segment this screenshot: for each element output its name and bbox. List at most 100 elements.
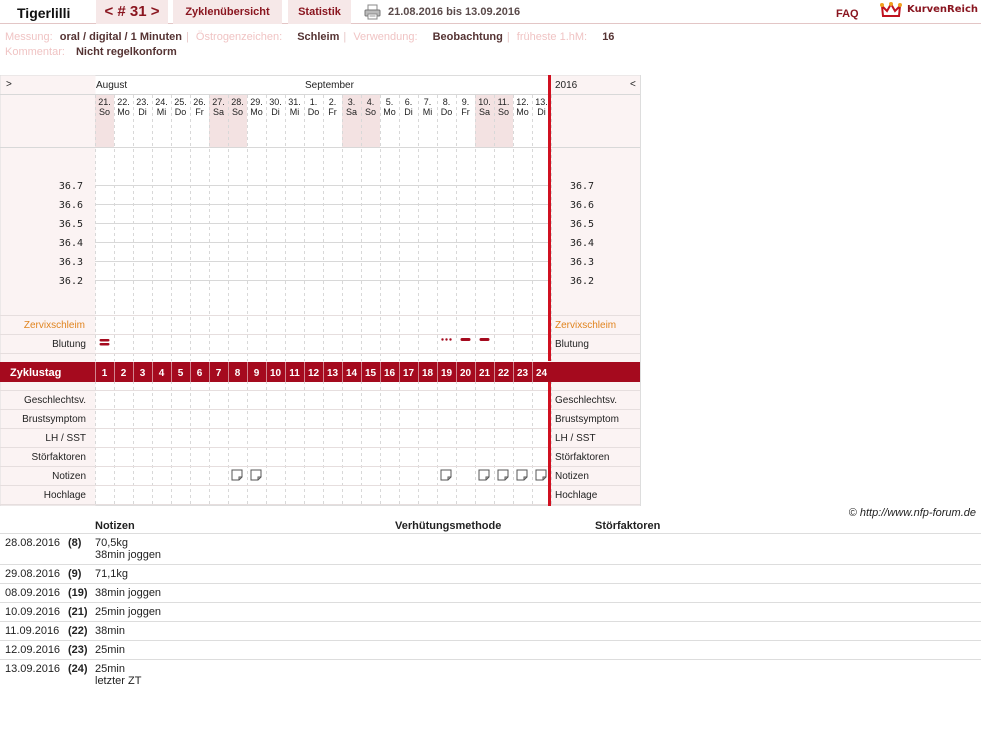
year-label: 2016 <box>555 80 578 91</box>
note-text: 38min joggen <box>95 586 981 599</box>
printer-icon[interactable] <box>364 4 381 20</box>
cycle-day-number: 2 <box>121 368 127 379</box>
temp-label-right: 36.7 <box>570 181 594 192</box>
cycle-day-number: 11 <box>289 368 300 379</box>
row-label-right: LH / SST <box>555 433 596 444</box>
row-label-right: Brustsymptom <box>555 414 619 425</box>
verwendung-value: Beobachtung <box>432 31 503 43</box>
temp-label-right: 36.6 <box>570 200 594 211</box>
weekday-label: Mo <box>383 107 396 117</box>
spotting-mark <box>449 338 452 341</box>
note-icon[interactable] <box>497 469 509 481</box>
note-row: 10.09.2016 (21) 25min joggen <box>0 602 981 621</box>
weekday-label: Mo <box>117 107 130 117</box>
weekday-label: Fr <box>328 107 337 117</box>
weekday-label: Sa <box>346 107 357 117</box>
blutung-label-right: Blutung <box>555 339 589 350</box>
bleeding-light-mark <box>479 338 490 341</box>
blutung-label-left: Blutung <box>52 339 86 350</box>
cycle-navigation[interactable]: < # 31 > <box>96 0 168 24</box>
note-text: 25min <box>95 643 981 656</box>
day-number: 21. <box>98 97 111 107</box>
cycle-day-number: 22 <box>498 368 510 379</box>
note-text: 70,5kg 38min joggen <box>95 536 981 561</box>
weekday-label: Do <box>175 107 187 117</box>
note-cycle-day: (21) <box>68 606 88 618</box>
messung-label: Messung: <box>5 31 53 43</box>
oestrogen-label: Östrogenzeichen: <box>195 31 283 43</box>
contraception-col-header: Verhütungsmethode <box>395 520 502 532</box>
note-text: 71,1kg <box>95 567 981 580</box>
earliest-temp-label: früheste 1.hM: <box>516 31 588 43</box>
verwendung-label: Verwendung: <box>353 31 418 43</box>
note-line: letzter ZT <box>95 675 142 687</box>
earliest-temp-value: 16 <box>602 31 615 43</box>
month-label: September <box>305 80 355 91</box>
chart-prev-button: > <box>6 79 12 90</box>
note-cycle-day: (9) <box>68 568 82 580</box>
note-text: 38min <box>95 624 981 637</box>
day-number: 22. <box>117 97 130 107</box>
tab-statistics[interactable]: Statistik <box>288 0 351 24</box>
weekday-label: So <box>365 107 376 117</box>
note-cycle-day: (22) <box>68 625 88 637</box>
cycle-day-number: 19 <box>441 368 453 379</box>
day-number: 23. <box>136 97 149 107</box>
day-number: 7. <box>424 97 432 107</box>
tab-cycle-overview[interactable]: Zyklenübersicht <box>173 0 282 24</box>
cycle-day-number: 16 <box>384 368 396 379</box>
crown-icon <box>880 2 902 17</box>
temp-label-right: 36.5 <box>570 219 594 230</box>
kommentar-label: Kommentar: <box>5 46 65 58</box>
note-icon[interactable] <box>535 469 547 481</box>
row-label-left: LH / SST <box>45 433 86 444</box>
disturbance-col-header: Störfaktoren <box>595 520 661 532</box>
cycle-day-number: 13 <box>327 368 339 379</box>
zervix-label-right: Zervixschleim <box>555 320 616 331</box>
cycle-day-number: 10 <box>270 368 282 379</box>
bleeding-strong-mark <box>99 343 110 346</box>
row-label-left: Notizen <box>52 471 86 482</box>
row-label-left: Geschlechtsv. <box>24 395 86 406</box>
cycle-day-number: 21 <box>479 368 491 379</box>
cycle-day-number: 20 <box>460 368 472 379</box>
cycle-day-number: 24 <box>536 368 548 379</box>
day-number: 26. <box>193 97 206 107</box>
day-number: 8. <box>443 97 451 107</box>
note-icon[interactable] <box>516 469 528 481</box>
temp-label-right: 36.2 <box>570 276 594 287</box>
temp-label-left: 36.7 <box>59 181 83 192</box>
faq-link[interactable]: FAQ <box>836 8 859 20</box>
weekday-label: Mo <box>250 107 263 117</box>
weekday-label: Do <box>441 107 453 117</box>
note-icon[interactable] <box>231 469 243 481</box>
note-cycle-day: (19) <box>68 587 88 599</box>
notes-header: Notizen Verhütungsmethode Störfaktoren <box>0 519 981 533</box>
day-number: 12. <box>516 97 529 107</box>
cycle-day-number: 5 <box>178 368 184 379</box>
temp-label-left: 36.3 <box>59 257 83 268</box>
note-line: 25min <box>95 663 125 675</box>
weekday-label: Do <box>308 107 320 117</box>
date-range: 21.08.2016 bis 13.09.2016 <box>388 6 521 18</box>
weekday-label: Di <box>271 107 280 117</box>
note-icon[interactable] <box>440 469 452 481</box>
zervix-label-left: Zervixschleim <box>24 320 85 331</box>
day-number: 24. <box>155 97 168 107</box>
weekday-label: Mi <box>290 107 300 117</box>
weekday-label: Mi <box>423 107 433 117</box>
note-date: 12.09.2016 <box>5 644 61 656</box>
note-row: 12.09.2016 (23) 25min <box>0 640 981 659</box>
chart-next-button: < <box>630 79 636 90</box>
notes-rows: 28.08.2016 (8) 70,5kg 38min joggen 29.08.201… <box>0 533 981 690</box>
cycle-day-number: 1 <box>102 368 108 379</box>
notes-table: Notizen Verhütungsmethode Störfaktoren 2… <box>0 519 981 690</box>
temp-label-right: 36.3 <box>570 257 594 268</box>
weekday-label: Fr <box>461 107 470 117</box>
cycle-day-label: Zyklustag <box>10 367 61 379</box>
note-icon[interactable] <box>478 469 490 481</box>
kurvenreich-logo[interactable]: KurvenReich <box>880 1 980 21</box>
cycle-day-number: 7 <box>216 368 222 379</box>
row-label-left: Brustsymptom <box>22 414 86 425</box>
note-icon[interactable] <box>250 469 262 481</box>
